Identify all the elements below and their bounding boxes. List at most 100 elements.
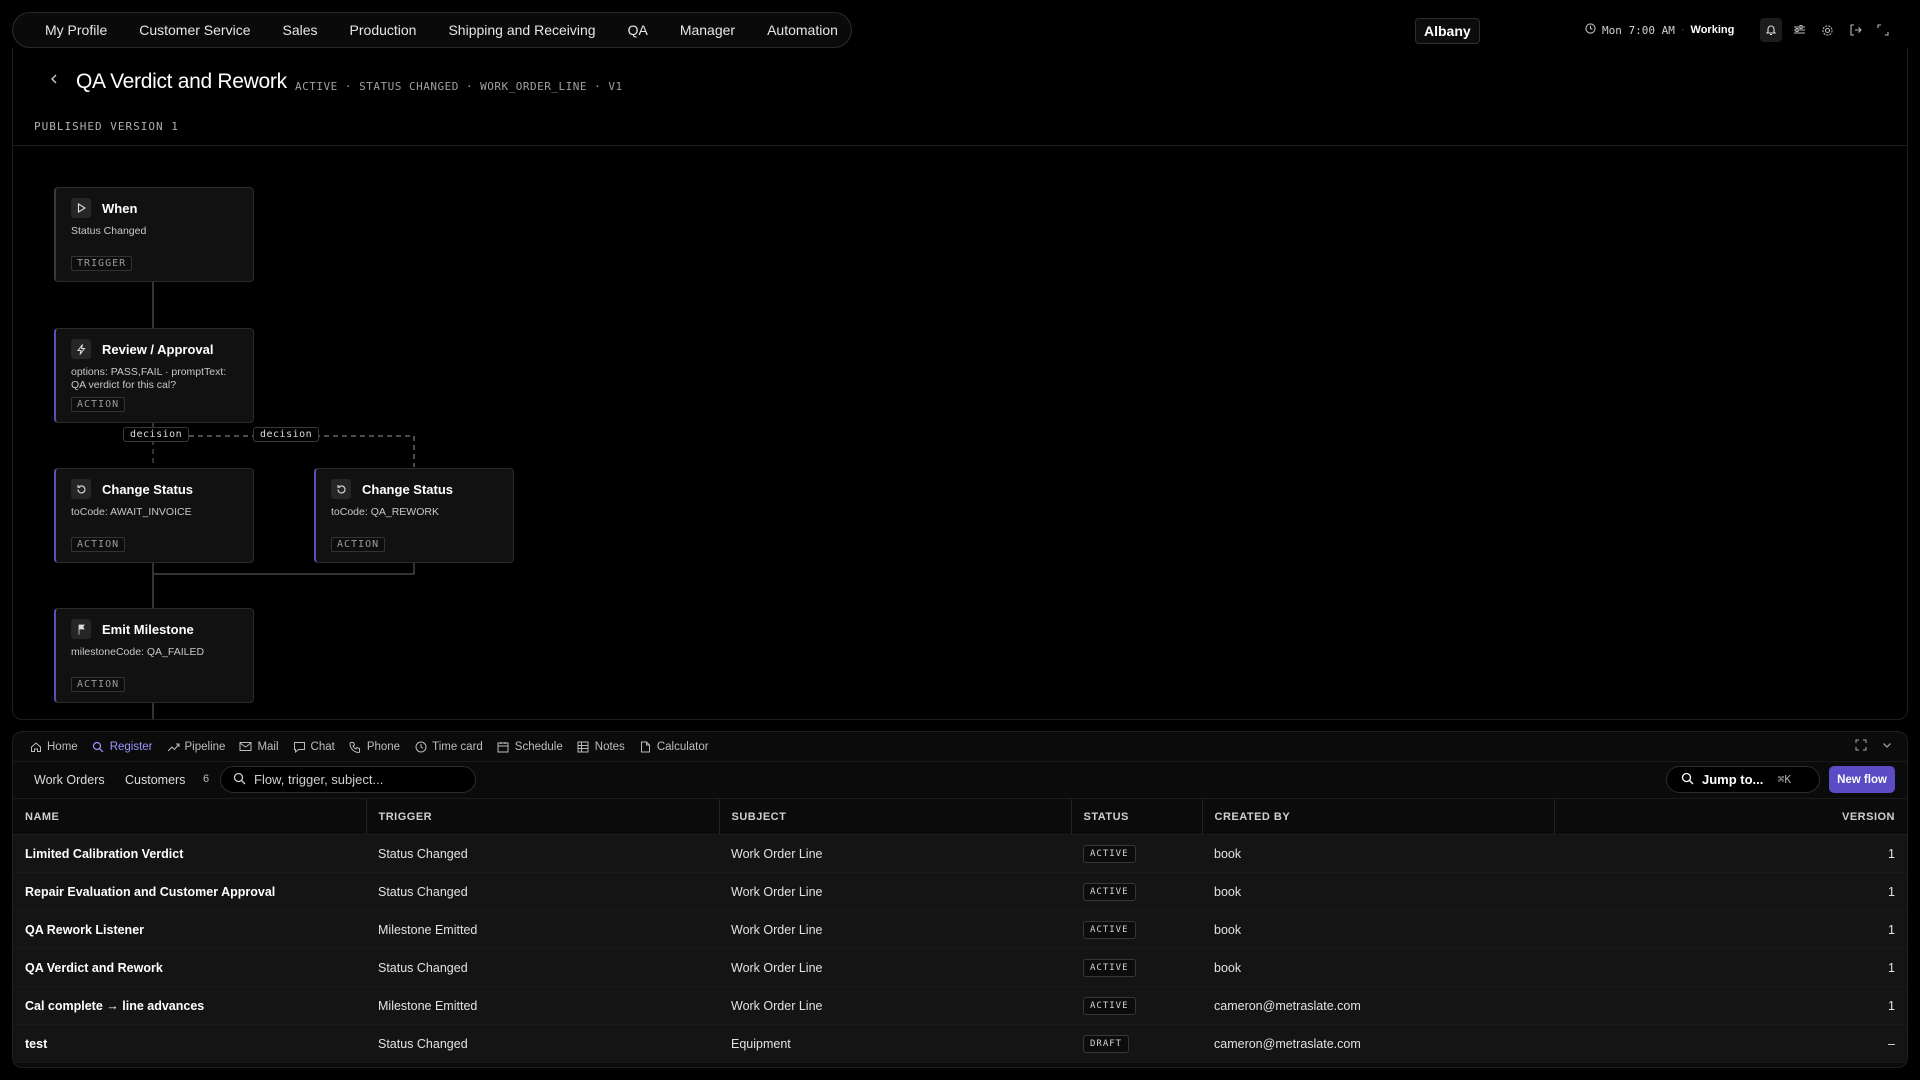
node-change-status-await-invoice[interactable]: Change Status toCode: AWAIT_INVOICE ACTI… — [54, 468, 254, 563]
table-row[interactable]: Repair Evaluation and Customer Approval … — [13, 872, 1907, 911]
cell-status: ACTIVE — [1071, 986, 1202, 1025]
node-review-approval[interactable]: Review / Approval options: PASS,FAIL · p… — [54, 328, 254, 423]
column-header-version[interactable]: VERSION — [1553, 798, 1907, 835]
node-tag: ACTION — [71, 537, 126, 552]
search-input[interactable] — [254, 772, 454, 787]
column-header-created-by[interactable]: CREATED BY — [1201, 798, 1554, 835]
nav-customer-service[interactable]: Customer Service — [139, 22, 250, 38]
table-row[interactable]: test Status Changed Equipment DRAFT came… — [13, 1024, 1907, 1063]
dock-tab-register[interactable]: Register — [92, 740, 153, 753]
column-header-name[interactable]: NAME — [13, 798, 366, 835]
dock-tab-time-card[interactable]: Time card — [414, 740, 483, 753]
dock-tab-label: Calculator — [656, 740, 709, 753]
status-badge: ACTIVE — [1083, 920, 1136, 939]
cell-status: ACTIVE — [1071, 872, 1202, 911]
cell-name: Repair Evaluation and Customer Approval — [13, 872, 366, 911]
maximize-icon[interactable] — [1855, 739, 1867, 754]
cell-subject: Work Order Line — [719, 948, 1071, 987]
column-header-subject[interactable]: SUBJECT — [718, 798, 1071, 835]
phone-icon — [349, 740, 362, 753]
clock-text: Mon 7:00 AM — [1602, 23, 1675, 37]
dock-tab-home[interactable]: Home — [29, 740, 78, 753]
table-row[interactable]: QA Verdict and Rework Status Changed Wor… — [13, 948, 1907, 987]
dock-tab-label: Register — [109, 740, 153, 753]
dock-tab-chat[interactable]: Chat — [293, 740, 335, 753]
cell-version: 1 — [1554, 872, 1907, 911]
jump-label: Jump to... — [1702, 772, 1764, 787]
node-emit-milestone[interactable]: Emit Milestone milestoneCode: QA_FAILED … — [54, 608, 254, 703]
table-row[interactable]: QA Rework Listener Milestone Emitted Wor… — [13, 910, 1907, 949]
dock-tab-label: Pipeline — [184, 740, 226, 753]
node-title: When — [102, 201, 138, 216]
trend-icon — [167, 740, 180, 753]
cell-version: 1 — [1554, 986, 1907, 1025]
column-header-trigger[interactable]: TRIGGER — [365, 798, 719, 835]
dock-tab-label: Time card — [432, 740, 483, 753]
dock-tab-calculator[interactable]: Calculator — [639, 740, 709, 753]
dock-tab-mail[interactable]: Mail — [239, 740, 279, 753]
cell-status: ACTIVE — [1071, 948, 1202, 987]
chevron-down-icon[interactable] — [1881, 739, 1893, 754]
cell-version: 1 — [1554, 910, 1907, 949]
node-desc: options: PASS,FAIL · promptText: QA verd… — [71, 366, 227, 391]
toolbar-icons — [1760, 18, 1894, 44]
column-header-status[interactable]: STATUS — [1070, 798, 1202, 835]
jump-to-button[interactable]: Jump to... ⌘K — [1666, 766, 1820, 793]
filter-work-orders[interactable]: Work Orders — [34, 773, 105, 787]
main-menu: My Profile Customer Service Sales Produc… — [12, 12, 852, 48]
status-badge: DRAFT — [1083, 1034, 1130, 1053]
nav-sales[interactable]: Sales — [283, 22, 318, 38]
calendar-icon — [497, 740, 510, 753]
new-flow-button[interactable]: New flow — [1829, 766, 1895, 793]
nav-qa[interactable]: QA — [628, 22, 648, 38]
cell-subject: Work Order Line — [719, 834, 1071, 873]
cell-created-by: book — [1202, 872, 1554, 911]
nav-automation[interactable]: Automation — [767, 22, 838, 38]
dock-tab-label: Notes — [594, 740, 625, 753]
dock-tab-pipeline[interactable]: Pipeline — [167, 740, 226, 753]
dock-tab-label: Chat — [310, 740, 335, 753]
sliders-icon[interactable] — [1788, 18, 1810, 42]
cell-trigger: Status Changed — [366, 834, 719, 873]
cell-version: – — [1554, 1024, 1907, 1063]
logout-icon[interactable] — [1844, 18, 1866, 42]
bell-icon[interactable] — [1760, 18, 1782, 42]
node-change-status-qa-rework[interactable]: Change Status toCode: QA_REWORK ACTION — [314, 468, 514, 563]
cell-status: ACTIVE — [1071, 834, 1202, 873]
cell-trigger: Milestone Emitted — [366, 986, 719, 1025]
table-row[interactable]: Limited Calibration Verdict Status Chang… — [13, 834, 1907, 873]
nav-my-profile[interactable]: My Profile — [45, 22, 107, 38]
flag-icon — [71, 619, 91, 639]
filter-customers[interactable]: Customers — [125, 773, 185, 787]
dock-tab-schedule[interactable]: Schedule — [497, 740, 563, 753]
dock-tab-phone[interactable]: Phone — [349, 740, 400, 753]
table-row[interactable]: Cal complete → line advances Milestone E… — [13, 986, 1907, 1025]
gear-icon[interactable] — [1816, 18, 1838, 42]
edge-label-decision: decision — [253, 427, 320, 442]
play-icon — [71, 198, 91, 218]
dock-tabs: Home Register Pipeline Mail Chat Phone T… — [13, 732, 1907, 762]
node-trigger[interactable]: When Status Changed TRIGGER — [54, 187, 254, 282]
search-icon — [92, 740, 105, 753]
node-tag: ACTION — [71, 677, 126, 692]
result-count: 6 — [203, 773, 210, 785]
cell-trigger: Status Changed — [366, 948, 719, 987]
cell-name: Limited Calibration Verdict — [13, 834, 366, 873]
expand-icon[interactable] — [1872, 18, 1894, 42]
cell-name: QA Verdict and Rework — [13, 948, 366, 987]
cell-name: Cal complete → line advances — [13, 986, 366, 1025]
refresh-icon — [331, 479, 351, 499]
cell-created-by: book — [1202, 910, 1554, 949]
status-badge: ACTIVE — [1083, 882, 1136, 901]
nav-manager[interactable]: Manager — [680, 22, 735, 38]
dock-tab-notes[interactable]: Notes — [577, 740, 625, 753]
location-selector[interactable]: Albany — [1415, 18, 1480, 44]
node-desc: Status Changed — [71, 225, 147, 237]
nav-production[interactable]: Production — [350, 22, 417, 38]
nav-shipping-receiving[interactable]: Shipping and Receiving — [448, 22, 595, 38]
dock-tab-label: Home — [47, 740, 78, 753]
working-status[interactable]: Working — [1691, 24, 1735, 36]
cell-subject: Work Order Line — [719, 872, 1071, 911]
dock-controls — [1855, 739, 1893, 754]
cell-subject: Work Order Line — [719, 986, 1071, 1025]
